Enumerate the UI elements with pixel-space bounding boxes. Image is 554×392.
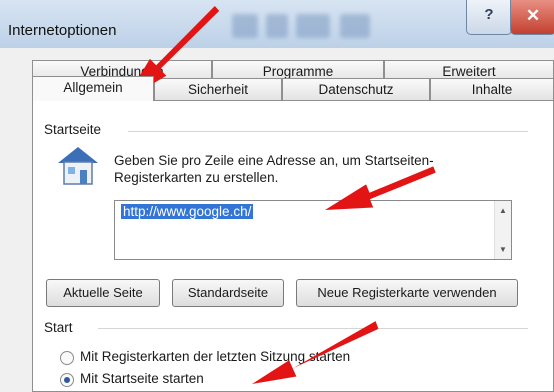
window-title: Internetoptionen (8, 22, 117, 39)
tab-inhalte[interactable]: Inhalte (430, 78, 554, 100)
blurred-icon (340, 14, 370, 38)
url-scrollbar[interactable]: ▲ ▼ (494, 201, 511, 259)
scroll-down-icon[interactable]: ▼ (499, 245, 507, 254)
radio-last-session[interactable] (60, 351, 74, 365)
startseite-description: Geben Sie pro Zeile eine Adresse an, um … (114, 153, 434, 185)
default-page-button[interactable]: Standardseite (172, 279, 284, 307)
blurred-icon (266, 14, 288, 38)
tab-datenschutz[interactable]: Datenschutz (282, 78, 430, 100)
homepage-url-textarea[interactable]: http://www.google.ch/ ▲ ▼ (114, 200, 512, 260)
radio-homepage[interactable] (60, 373, 74, 387)
current-page-button[interactable]: Aktuelle Seite (46, 279, 160, 307)
group-divider (98, 328, 528, 329)
new-tab-page-button[interactable]: Neue Registerkarte verwenden (296, 279, 518, 307)
start-group-label: Start (44, 320, 73, 335)
group-divider (128, 131, 528, 132)
startseite-group-label: Startseite (44, 122, 102, 137)
scroll-up-icon[interactable]: ▲ (499, 206, 507, 215)
blurred-icon (232, 14, 258, 38)
tab-allgemein[interactable]: Allgemein (32, 76, 154, 101)
blurred-icon (296, 14, 330, 38)
radio-homepage-label: Mit Startseite starten (80, 371, 204, 386)
title-bar: Internetoptionen ? ✕ (0, 0, 554, 48)
help-icon: ? (484, 6, 494, 23)
close-button[interactable]: ✕ (510, 0, 554, 35)
tab-sicherheit[interactable]: Sicherheit (154, 78, 282, 100)
close-icon: ✕ (525, 6, 541, 25)
help-button[interactable]: ? (466, 0, 512, 35)
radio-last-session-label: Mit Registerkarten der letzten Sitzung s… (80, 349, 351, 364)
home-icon (58, 147, 98, 185)
homepage-url-value: http://www.google.ch/ (121, 204, 254, 219)
